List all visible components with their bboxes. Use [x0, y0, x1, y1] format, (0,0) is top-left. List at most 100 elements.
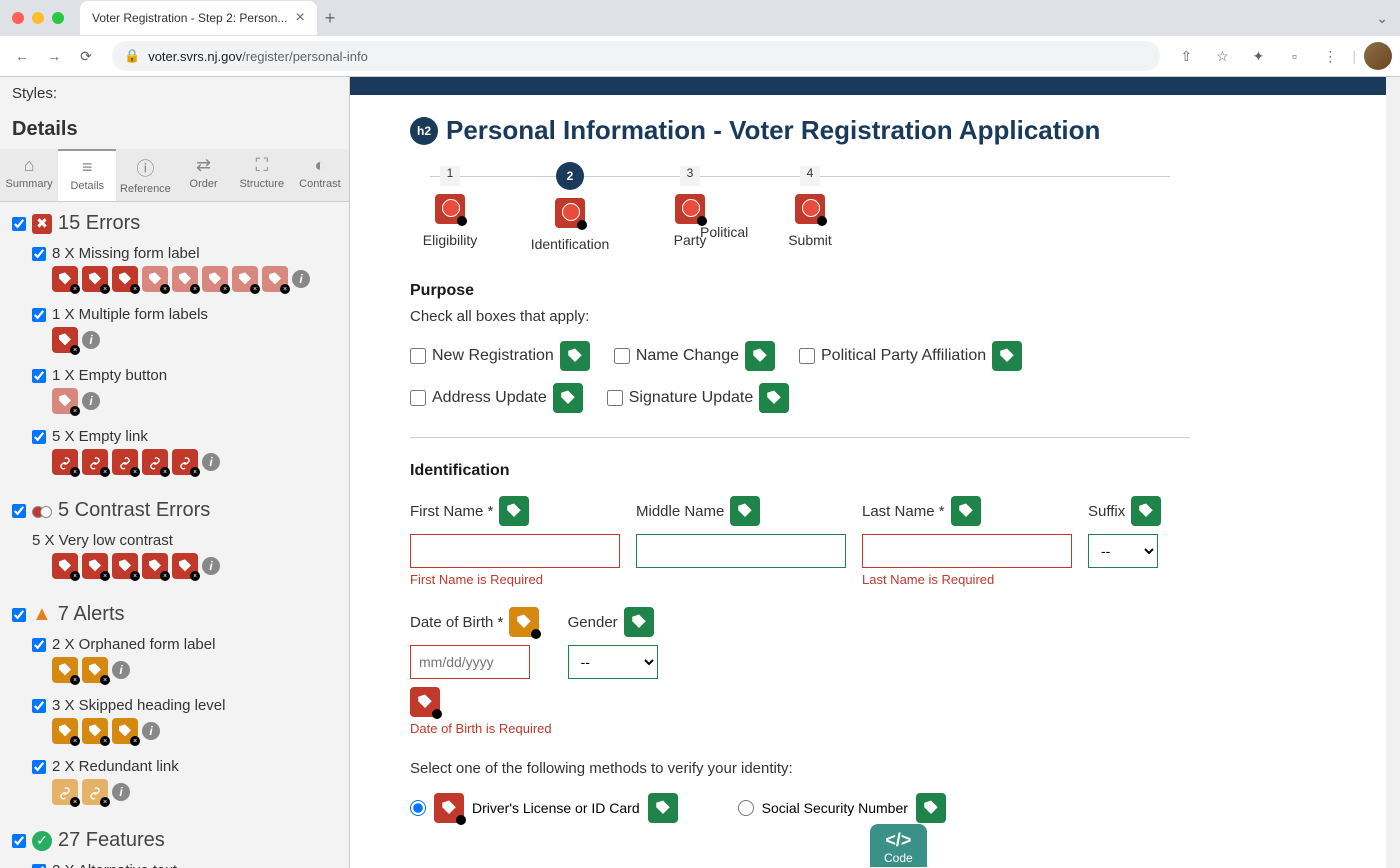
wave-issue-icon[interactable]: ×: [112, 266, 138, 292]
step-identification[interactable]: 2Identification: [530, 166, 610, 252]
share-icon[interactable]: ⇧: [1172, 42, 1200, 70]
page-title: Personal Information - Voter Registratio…: [446, 115, 1100, 146]
sidebar-tab-structure[interactable]: ⛶Structure: [233, 149, 291, 201]
wave-issue-icon[interactable]: ×: [112, 553, 138, 579]
wave-issue-icon[interactable]: ×: [82, 266, 108, 292]
back-button[interactable]: ←: [8, 42, 36, 70]
reload-button[interactable]: ⟳: [72, 42, 100, 70]
tab-close-icon[interactable]: ×: [295, 9, 304, 27]
checkbox[interactable]: [410, 348, 426, 364]
step-eligibility[interactable]: 1Eligibility: [410, 166, 490, 252]
wave-issue-icon[interactable]: ×: [52, 388, 78, 414]
sidebar-tab-summary[interactable]: ⌂Summary: [0, 149, 58, 201]
gender-select[interactable]: --: [568, 645, 658, 679]
dob-input[interactable]: [410, 645, 530, 679]
info-icon[interactable]: i: [202, 557, 220, 575]
wave-issue-icon[interactable]: ×: [142, 449, 168, 475]
step-political-party[interactable]: 3PoliticalParty: [650, 166, 730, 252]
suffix-select[interactable]: --: [1088, 534, 1158, 568]
wave-issue-icon[interactable]: ×: [52, 553, 78, 579]
info-icon[interactable]: i: [112, 783, 130, 801]
checkbox[interactable]: [607, 390, 623, 406]
last-name-input[interactable]: [862, 534, 1072, 568]
wave-issue-icon[interactable]: ×: [52, 266, 78, 292]
wave-issue-icon[interactable]: ×: [82, 449, 108, 475]
verify-radio-row: Driver's License or ID Card Social Secur…: [410, 793, 1190, 823]
item-checkbox[interactable]: [32, 430, 46, 444]
wave-issue-icon[interactable]: ×: [52, 657, 78, 683]
wave-issue-icon[interactable]: ×: [112, 449, 138, 475]
info-icon[interactable]: i: [292, 270, 310, 288]
info-icon[interactable]: i: [82, 392, 100, 410]
item-checkbox[interactable]: [32, 247, 46, 261]
extensions-icon[interactable]: ✦: [1244, 42, 1272, 70]
first-name-input[interactable]: [410, 534, 620, 568]
missing-label-error-icon: [434, 793, 464, 823]
purpose-checkbox-name-change[interactable]: Name Change: [614, 341, 775, 371]
checkbox[interactable]: [410, 390, 426, 406]
purpose-checkbox-address-update[interactable]: Address Update: [410, 383, 583, 413]
checkbox[interactable]: [799, 348, 815, 364]
info-icon[interactable]: i: [112, 661, 130, 679]
tabs-dropdown-icon[interactable]: ⌄: [1376, 10, 1388, 27]
group-checkbox[interactable]: [12, 504, 26, 518]
wave-issue-icon[interactable]: ×: [52, 779, 78, 805]
wave-issue-icon[interactable]: ×: [82, 657, 108, 683]
scrollbar[interactable]: [1386, 77, 1400, 868]
window-maximize[interactable]: [52, 12, 64, 24]
url-bar[interactable]: 🔒 voter.svrs.nj.gov/register/personal-in…: [112, 41, 1160, 71]
group-checkbox[interactable]: [12, 217, 26, 231]
wave-issue-icon[interactable]: ×: [172, 449, 198, 475]
wave-issue-icon[interactable]: ×: [52, 718, 78, 744]
info-icon[interactable]: i: [202, 453, 220, 471]
bookmark-icon[interactable]: ☆: [1208, 42, 1236, 70]
new-tab-button[interactable]: +: [325, 8, 336, 29]
wave-issue-icon[interactable]: ×: [172, 553, 198, 579]
verify-dl-option[interactable]: Driver's License or ID Card: [410, 793, 678, 823]
purpose-checkbox-political-party-affiliation[interactable]: Political Party Affiliation: [799, 341, 1022, 371]
sidepanel-icon[interactable]: ▫: [1280, 42, 1308, 70]
group-checkbox[interactable]: [12, 608, 26, 622]
item-checkbox[interactable]: [32, 864, 46, 868]
item-checkbox[interactable]: [32, 760, 46, 774]
sidebar-tab-order[interactable]: ⇄Order: [175, 149, 233, 201]
wave-issue-icon[interactable]: ×: [172, 266, 198, 292]
wave-issue-icon[interactable]: ×: [82, 718, 108, 744]
verify-ssn-option[interactable]: Social Security Number: [738, 793, 946, 823]
item-checkbox[interactable]: [32, 369, 46, 383]
window-close[interactable]: [12, 12, 24, 24]
window-minimize[interactable]: [32, 12, 44, 24]
wave-issue-icon[interactable]: ×: [262, 266, 288, 292]
browser-chrome: Voter Registration - Step 2: Person... ×…: [0, 0, 1400, 77]
group-checkbox[interactable]: [12, 834, 26, 848]
info-icon[interactable]: i: [82, 331, 100, 349]
wave-issue-icon[interactable]: ×: [52, 327, 78, 353]
wave-issue-icon[interactable]: ×: [202, 266, 228, 292]
step-submit[interactable]: 4Submit: [770, 166, 850, 252]
wave-issue-icon[interactable]: ×: [142, 553, 168, 579]
menu-icon[interactable]: ⋮: [1316, 42, 1344, 70]
wave-code-badge[interactable]: </> Code: [870, 824, 927, 867]
browser-tab[interactable]: Voter Registration - Step 2: Person... ×: [80, 1, 317, 35]
wave-issue-icon[interactable]: ×: [232, 266, 258, 292]
forward-button[interactable]: →: [40, 42, 68, 70]
sidebar-tab-contrast[interactable]: ◐Contrast: [291, 149, 349, 201]
item-checkbox[interactable]: [32, 308, 46, 322]
verify-ssn-radio[interactable]: [738, 800, 754, 816]
profile-avatar[interactable]: [1364, 42, 1392, 70]
sidebar-tab-details[interactable]: ≡Details: [58, 149, 116, 201]
purpose-checkbox-signature-update[interactable]: Signature Update: [607, 383, 790, 413]
wave-issue-icon[interactable]: ×: [142, 266, 168, 292]
checkbox[interactable]: [614, 348, 630, 364]
wave-issue-icon[interactable]: ×: [52, 449, 78, 475]
wave-issue-icon[interactable]: ×: [82, 779, 108, 805]
item-checkbox[interactable]: [32, 699, 46, 713]
item-checkbox[interactable]: [32, 638, 46, 652]
purpose-checkbox-new-registration[interactable]: New Registration: [410, 341, 590, 371]
wave-issue-icon[interactable]: ×: [112, 718, 138, 744]
sidebar-tab-reference[interactable]: ⓘReference: [116, 149, 174, 201]
verify-dl-radio[interactable]: [410, 800, 426, 816]
info-icon[interactable]: i: [142, 722, 160, 740]
wave-issue-icon[interactable]: ×: [82, 553, 108, 579]
middle-name-input[interactable]: [636, 534, 846, 568]
